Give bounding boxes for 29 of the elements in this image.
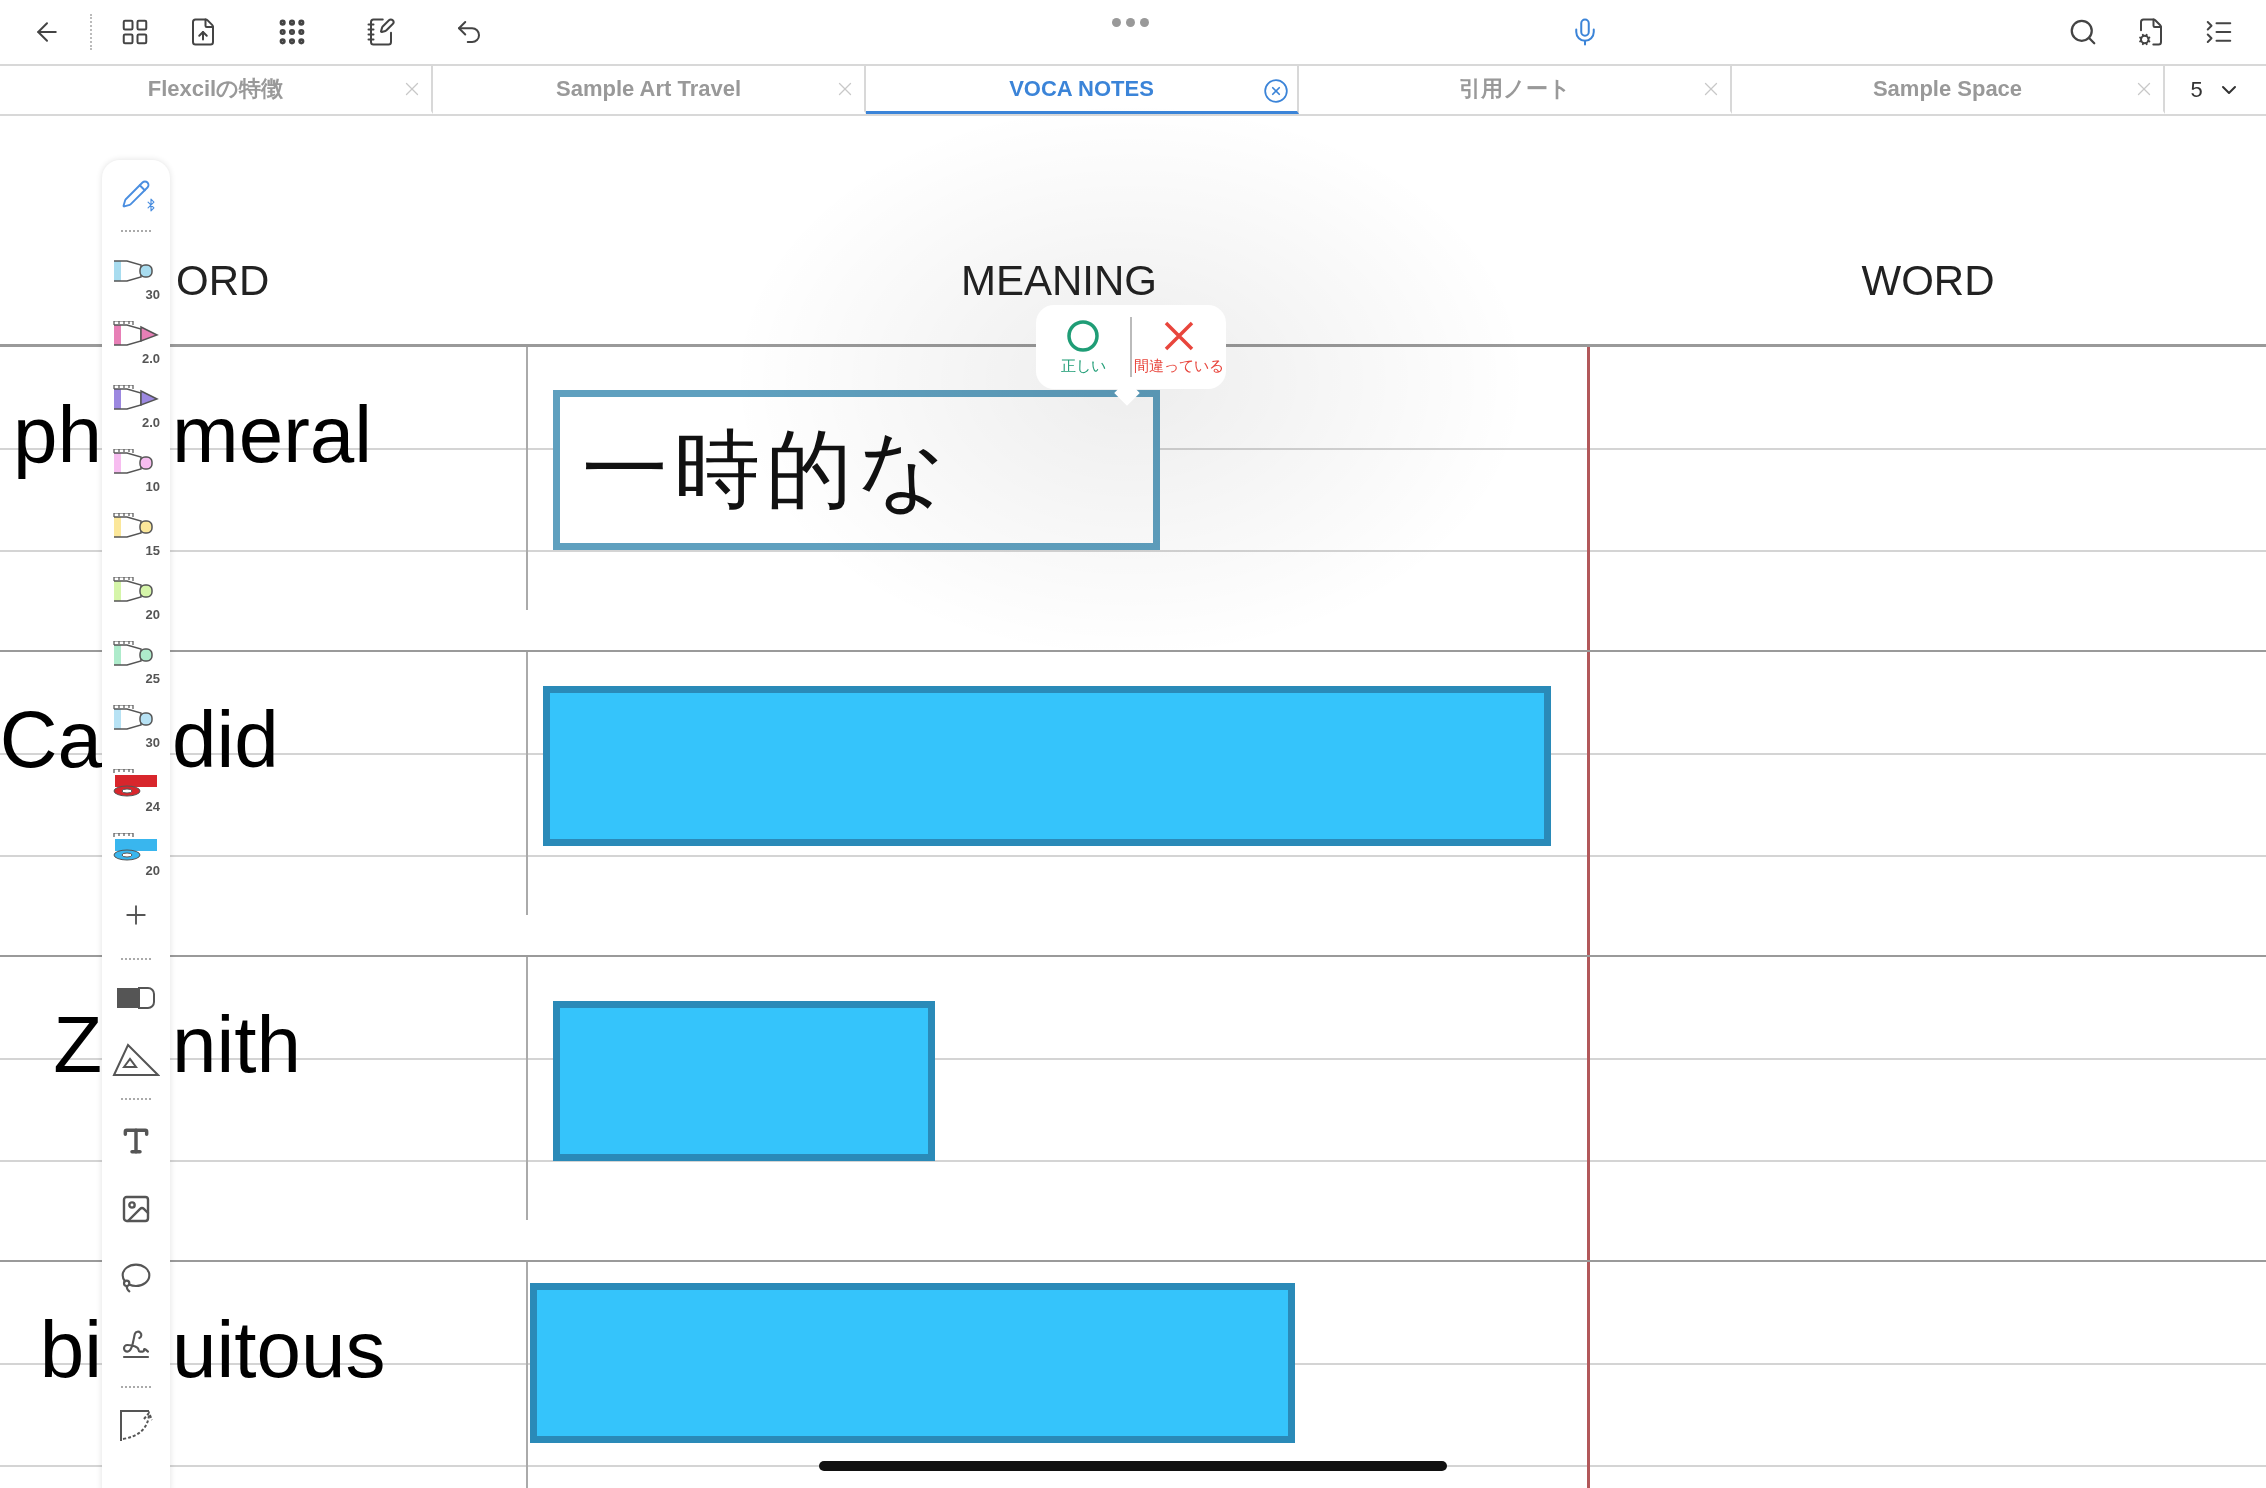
vocabulary-word: Ca	[0, 700, 102, 780]
column-heading: ORD	[176, 260, 270, 302]
close-icon[interactable]	[1263, 78, 1289, 104]
pen-tool[interactable]: 25	[106, 624, 166, 688]
pen-tool[interactable]: 2.0	[106, 368, 166, 432]
vocabulary-word: meral	[172, 395, 373, 475]
column-heading: MEANING	[961, 260, 1157, 302]
handwritten-answer: 一時的な	[582, 417, 952, 521]
pen-tool[interactable]: 15	[106, 496, 166, 560]
circle-icon	[1066, 318, 1100, 353]
grade-option[interactable]: 正しい	[1036, 318, 1130, 376]
vocabulary-word: bi	[39, 1310, 102, 1390]
pen-tool[interactable]: 24	[106, 752, 166, 816]
grade-option[interactable]: 間違っている	[1132, 318, 1226, 376]
vocabulary-word: nith	[172, 1005, 301, 1085]
vocabulary-word: did	[172, 700, 279, 780]
pen-tool[interactable]: 30	[106, 688, 166, 752]
more-icon[interactable]	[1110, 16, 1151, 29]
column-heading: WORD	[1861, 260, 1995, 302]
answer-card[interactable]: 一時的な	[553, 390, 1160, 550]
pen-tool[interactable]: 2.0	[106, 304, 166, 368]
pen-tool[interactable]: 10	[106, 432, 166, 496]
tab[interactable]: VOCA NOTES	[866, 66, 1299, 114]
pen-tool[interactable]: 30	[106, 240, 166, 304]
tab-count-dropdown[interactable]: 5	[2165, 66, 2266, 114]
pen-tool[interactable]: 20	[106, 816, 166, 880]
pen-tool[interactable]: 20	[106, 560, 166, 624]
vocabulary-word: uitous	[172, 1310, 386, 1390]
vocabulary-word: Z	[53, 1005, 102, 1085]
